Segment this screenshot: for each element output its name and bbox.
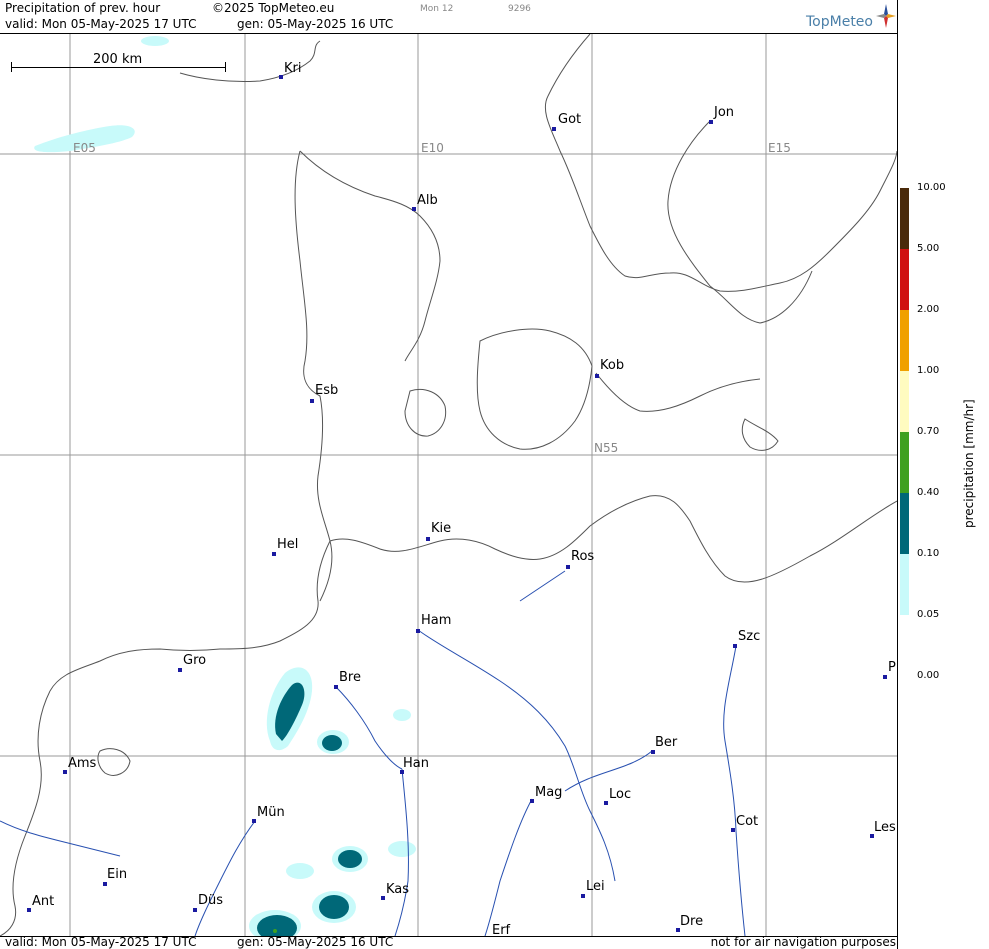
- city-label-les: Les: [874, 820, 896, 835]
- legend-tick: 5.00: [917, 243, 940, 254]
- city-label-cot: Cot: [736, 814, 759, 829]
- city-marker: [595, 374, 599, 378]
- city-marker: [252, 819, 256, 823]
- city-label-dus: Düs: [198, 893, 224, 908]
- city-label-lei: Lei: [586, 879, 605, 894]
- city-marker: [63, 770, 67, 774]
- copyright: ©2025 TopMeteo.eu: [212, 1, 335, 15]
- legend-tick: 0.10: [917, 548, 940, 559]
- city-label-loc: Loc: [609, 787, 632, 802]
- city-label-kie: Kie: [431, 521, 452, 536]
- city-marker: [426, 537, 430, 541]
- city-label-esb: Esb: [315, 383, 339, 398]
- valid-time: valid: Mon 05-May-2025 17 UTC: [5, 17, 197, 31]
- scale-label: 200 km: [93, 52, 143, 67]
- city-marker: [310, 399, 314, 403]
- city-label-han: Han: [403, 756, 429, 771]
- city-label-ant: Ant: [32, 894, 55, 909]
- city-marker: [193, 908, 197, 912]
- city-label-p: P: [888, 660, 896, 675]
- legend-tick: 0.05: [917, 609, 940, 620]
- precipitation-map[interactable]: E05 E10 E15 N55 200 km Kri Got Jon Alb K…: [0, 33, 897, 937]
- header-small-2: 9296: [508, 4, 531, 14]
- legend-band-01-04: [900, 493, 909, 554]
- city-label-hel: Hel: [277, 537, 299, 552]
- city-marker: [604, 801, 608, 805]
- city-marker: [651, 750, 655, 754]
- header-small-1: Mon 12: [420, 4, 454, 14]
- city-marker: [733, 644, 737, 648]
- footer-disclaimer: not for air navigation purposes: [710, 935, 896, 949]
- legend-band-1-2: [900, 310, 909, 371]
- footer-generated-time: gen: 05-May-2025 16 UTC: [237, 935, 394, 949]
- city-label-bre: Bre: [339, 670, 361, 685]
- city-marker: [709, 120, 713, 124]
- footer-valid-time: valid: Mon 05-May-2025 17 UTC: [5, 935, 197, 949]
- legend-tick: 0.70: [917, 426, 940, 437]
- legend-title: precipitation [mm/hr]: [962, 399, 976, 528]
- city-marker: [581, 894, 585, 898]
- city-marker: [279, 75, 283, 79]
- city-label-alb: Alb: [417, 193, 438, 208]
- city-label-jon: Jon: [714, 105, 735, 120]
- city-label-kri: Kri: [284, 61, 302, 76]
- legend-band-005-01: [900, 554, 909, 615]
- city-marker: [27, 908, 31, 912]
- city-marker: [566, 565, 570, 569]
- city-marker: [103, 882, 107, 886]
- compass-star-icon: [876, 4, 896, 28]
- legend-tick: 10.00: [917, 182, 946, 193]
- legend-tick: 0.40: [917, 487, 940, 498]
- city-label-ein: Ein: [107, 867, 128, 882]
- legend-band-5-10: [900, 188, 909, 249]
- city-marker: [530, 799, 534, 803]
- legend-band-07-1: [900, 371, 909, 432]
- legend-tick: 2.00: [917, 304, 940, 315]
- city-label-ros: Ros: [571, 549, 595, 564]
- legend-band-2-5: [900, 249, 909, 310]
- city-label-kob: Kob: [600, 358, 625, 373]
- city-marker: [731, 828, 735, 832]
- grid-label-e10: E10: [421, 141, 444, 155]
- scale-bar: 200 km: [11, 52, 226, 72]
- city-marker: [178, 668, 182, 672]
- weather-map-viewer: Precipitation of prev. hour ©2025 TopMet…: [0, 0, 989, 949]
- city-label-ham: Ham: [421, 613, 452, 628]
- generated-time: gen: 05-May-2025 16 UTC: [237, 17, 394, 31]
- city-label-szc: Szc: [738, 629, 761, 644]
- grid-label-n55: N55: [594, 441, 619, 455]
- city-label-ams: Ams: [68, 756, 97, 771]
- city-marker: [381, 896, 385, 900]
- coastlines: [0, 34, 897, 936]
- legend-tick: 1.00: [917, 365, 940, 376]
- city-marker: [883, 675, 887, 679]
- city-marker: [552, 127, 556, 131]
- logo-text: TopMeteo: [806, 14, 873, 30]
- legend-tick: 0.00: [917, 670, 940, 681]
- city-marker: [272, 552, 276, 556]
- city-label-gro: Gro: [183, 653, 207, 668]
- city-label-got: Got: [558, 112, 582, 127]
- graticule: [0, 34, 897, 936]
- city-marker: [334, 685, 338, 689]
- city-label-mag: Mag: [535, 785, 563, 800]
- city-label-erf: Erf: [492, 923, 511, 937]
- legend-band-04-07: [900, 432, 909, 493]
- grid-label-e15: E15: [768, 141, 791, 155]
- topmeteo-logo: TopMeteo: [806, 4, 896, 30]
- precip-areas: [34, 36, 416, 936]
- city-label-dre: Dre: [680, 914, 704, 929]
- map-canvas: [0, 34, 897, 936]
- city-label-mun: Mün: [257, 805, 285, 820]
- map-title: Precipitation of prev. hour: [5, 1, 161, 15]
- city-label-ber: Ber: [655, 735, 678, 750]
- city-label-kas: Kas: [386, 882, 410, 897]
- city-marker: [412, 207, 416, 211]
- grid-label-e05: E05: [73, 141, 96, 155]
- city-marker: [416, 629, 420, 633]
